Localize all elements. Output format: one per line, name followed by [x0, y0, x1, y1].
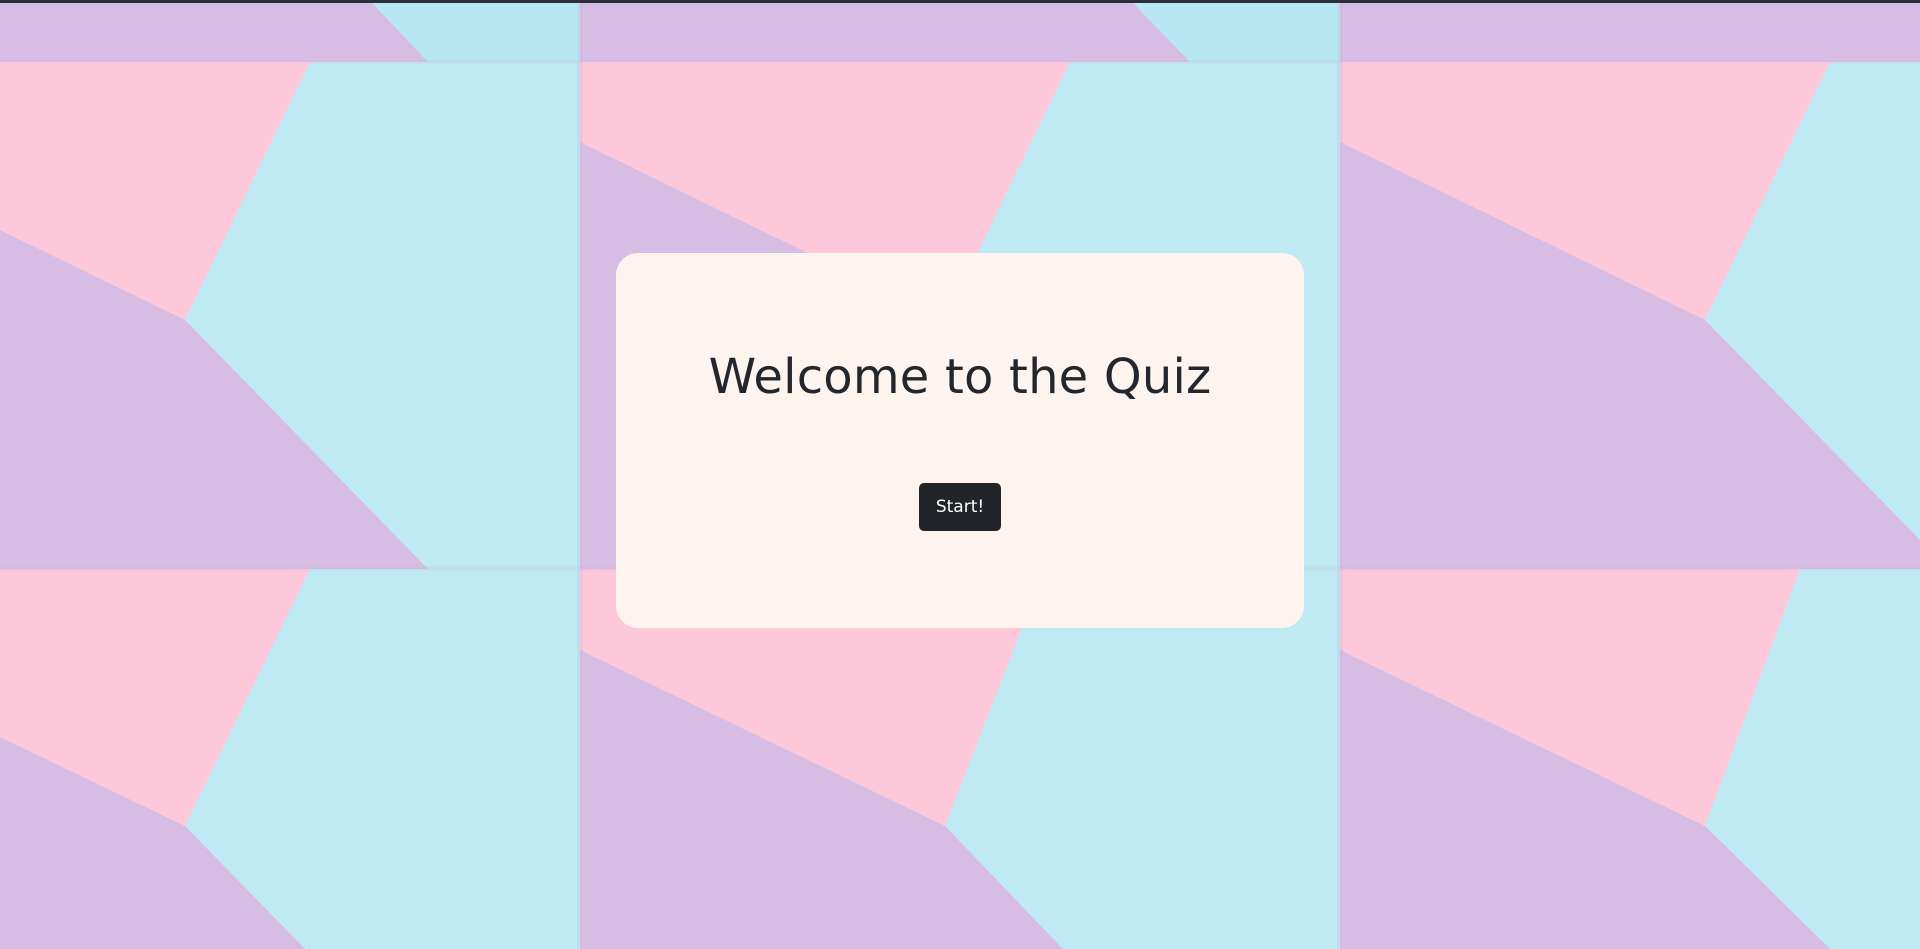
quiz-welcome-title: Welcome to the Quiz — [708, 349, 1212, 405]
start-button[interactable]: Start! — [919, 483, 1001, 531]
window-top-edge — [0, 0, 1920, 3]
welcome-card: Welcome to the Quiz Start! — [616, 253, 1304, 628]
